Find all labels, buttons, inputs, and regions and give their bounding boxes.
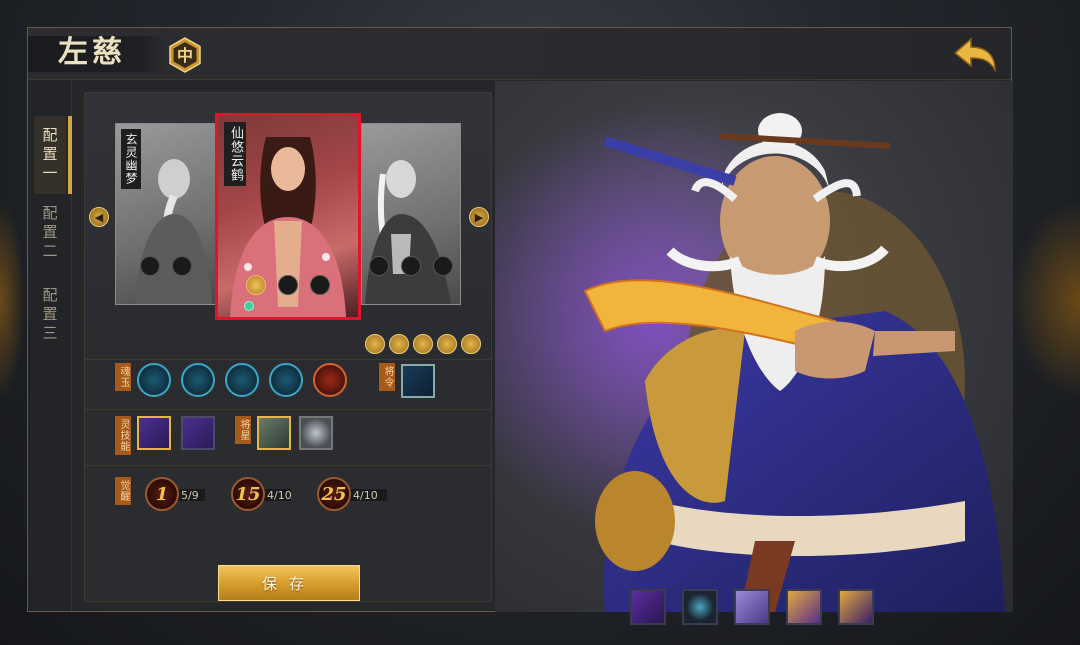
empty-socket (172, 256, 192, 276)
divider (85, 465, 491, 466)
hero-artwork (495, 81, 1013, 612)
header: 左慈 中 (28, 28, 1011, 80)
equipped-skill-icons (630, 589, 874, 625)
page-title: 左慈 (58, 35, 126, 70)
tab-label: 配置三 (40, 286, 59, 344)
empty-socket[interactable] (278, 275, 298, 295)
config-tabs: 配置一 配置二 配置三 (28, 80, 72, 611)
skin-card-right[interactable] (361, 123, 461, 305)
general-star-portrait-icon[interactable] (257, 416, 291, 450)
skin-card-selected[interactable]: 仙悠云鹤 (215, 113, 361, 320)
awaken-count: 4/10 (267, 489, 292, 502)
skill-icon[interactable] (734, 589, 770, 625)
tab-label: 配置二 (40, 204, 59, 262)
attribute-icons (365, 334, 481, 354)
attribute-icon[interactable] (437, 334, 457, 354)
tab-label: 配置一 (40, 126, 59, 184)
hero-illustration (495, 81, 1013, 612)
skin-carousel: 玄灵幽梦 仙悠云鹤 ◀ ▶ (85, 93, 491, 323)
carousel-prev-button[interactable]: ◀ (89, 207, 109, 227)
awaken-level-badge[interactable]: 15 (231, 477, 265, 511)
tab-config-2[interactable]: 配置二 (34, 194, 66, 272)
eye-icon[interactable] (682, 589, 718, 625)
shield-soul-icon[interactable] (181, 363, 215, 397)
svg-text:中: 中 (177, 46, 193, 65)
empty-socket (140, 256, 160, 276)
spirit-skill-icon[interactable] (137, 416, 171, 450)
awaken-level-badge[interactable]: 25 (317, 477, 351, 511)
divider (85, 359, 491, 360)
empty-socket (369, 256, 389, 276)
awaken-count: 5/9 (181, 489, 199, 502)
spirit-scroll-icon[interactable] (838, 589, 874, 625)
attribute-icon[interactable] (365, 334, 385, 354)
attribute-icon[interactable] (413, 334, 433, 354)
soul-jade-label: 魂玉 (115, 363, 131, 391)
skin-name-label: 玄灵幽梦 (121, 129, 141, 189)
back-button[interactable] (951, 36, 999, 74)
back-arrow-icon (953, 37, 996, 73)
socket-row (218, 275, 358, 295)
tab-config-1[interactable]: 配置一 (34, 116, 72, 194)
gem-icon (244, 301, 254, 311)
hexagon-badge-icon: 中 (169, 37, 201, 73)
background-glow-left (0, 200, 26, 400)
awaken-level-badge[interactable]: 1 (145, 477, 179, 511)
spirit-skill-label: 灵技能 (115, 416, 131, 455)
empty-socket (401, 256, 421, 276)
skin-portrait (365, 160, 451, 304)
dragon-soul-icon[interactable] (313, 363, 347, 397)
config-panel: 玄灵幽梦 仙悠云鹤 ◀ ▶ 魂玉 将令 灵技能 将星 觉醒 1 5/9 15 4… (84, 92, 492, 602)
scroll-icon[interactable] (786, 589, 822, 625)
skill-icon[interactable] (630, 589, 666, 625)
empty-socket (433, 256, 453, 276)
general-star-orb-icon[interactable] (299, 416, 333, 450)
spike-soul-icon[interactable] (225, 363, 259, 397)
background-glow-right (1010, 200, 1080, 400)
general-order-icon[interactable] (401, 364, 435, 398)
socket-row (362, 256, 460, 276)
rank-badge: 中 (167, 37, 203, 73)
skin-card-left[interactable]: 玄灵幽梦 (115, 123, 217, 305)
spirit-skill-icon[interactable] (181, 416, 215, 450)
socket-row (116, 256, 216, 276)
hourglass-soul-icon[interactable] (269, 363, 303, 397)
awaken-label: 觉醒 (115, 477, 131, 505)
divider (85, 409, 491, 410)
attribute-icon[interactable] (389, 334, 409, 354)
skin-name-label: 仙悠云鹤 (224, 122, 246, 186)
tab-config-3[interactable]: 配置三 (34, 276, 66, 354)
empty-socket[interactable] (310, 275, 330, 295)
chevron-left-icon: ◀ (94, 210, 104, 224)
chevron-right-icon: ▶ (474, 210, 484, 224)
general-star-label: 将星 (235, 416, 251, 444)
general-order-label: 将令 (379, 363, 395, 391)
attribute-icon[interactable] (461, 334, 481, 354)
main-frame: 左慈 中 配置一 配置二 配置三 玄灵幽梦 仙悠云鹤 ◀ ▶ 魂玉 将令 灵技能… (27, 27, 1013, 625)
gold-socket-icon[interactable] (246, 275, 266, 295)
awaken-count: 4/10 (353, 489, 378, 502)
carousel-next-button[interactable]: ▶ (469, 207, 489, 227)
save-button[interactable]: 保存 (218, 565, 360, 601)
lightning-soul-icon[interactable] (137, 363, 171, 397)
